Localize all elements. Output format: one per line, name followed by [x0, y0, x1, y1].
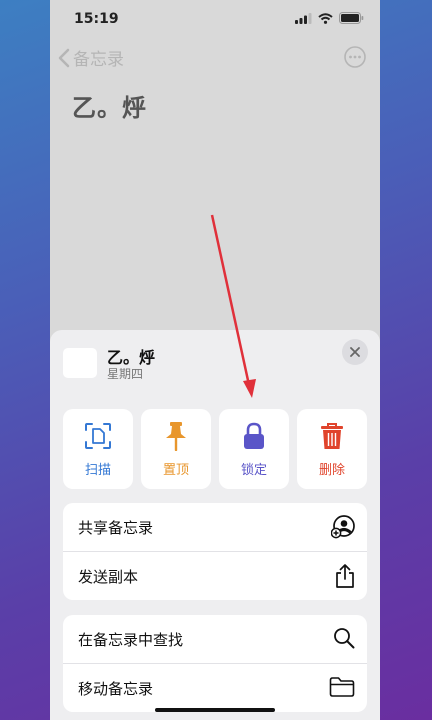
find-in-note-label: 在备忘录中查找	[78, 630, 184, 649]
lock-button[interactable]: 锁定	[219, 409, 289, 489]
note-thumbnail	[63, 348, 97, 378]
status-bar: 15:19	[50, 0, 380, 38]
note-action-sheet: 乙。烀 星期四 扫描 置顶 锁定 删除 共享备忘录 发送副本 在备忘录中查找 移…	[50, 330, 380, 720]
close-icon	[350, 347, 360, 357]
battery-icon	[339, 12, 364, 24]
sheet-note-date: 星期四	[107, 367, 144, 381]
send-copy-item[interactable]: 发送副本	[63, 551, 367, 600]
move-note-label: 移动备忘录	[78, 679, 154, 698]
search-icon	[334, 628, 355, 649]
trash-icon	[321, 423, 343, 449]
delete-label: 删除	[318, 463, 345, 478]
pin-label: 置顶	[162, 463, 189, 478]
pin-icon	[166, 422, 186, 451]
share-note-label: 共享备忘录	[78, 518, 154, 537]
quick-actions: 扫描 置顶 锁定 删除	[63, 409, 367, 489]
close-button[interactable]	[342, 339, 368, 365]
nav-bar: 备忘录	[50, 44, 380, 72]
find-in-note-item[interactable]: 在备忘录中查找	[63, 615, 367, 663]
status-icons	[295, 12, 364, 24]
chevron-left-icon	[58, 48, 70, 67]
scan-button[interactable]: 扫描	[63, 409, 133, 489]
ellipsis-circle-icon	[344, 46, 366, 68]
share-out-icon	[336, 564, 354, 588]
menu-group-manage: 在备忘录中查找 移动备忘录	[63, 615, 367, 712]
status-time: 15:19	[74, 11, 119, 27]
send-copy-label: 发送副本	[78, 567, 139, 586]
wifi-icon	[318, 12, 333, 24]
pin-button[interactable]: 置顶	[141, 409, 211, 489]
home-indicator	[155, 708, 275, 712]
scan-document-icon	[85, 423, 111, 449]
scan-label: 扫描	[84, 463, 111, 478]
more-button[interactable]	[344, 46, 366, 72]
delete-button[interactable]: 删除	[297, 409, 367, 489]
menu-group-share: 共享备忘录 发送副本	[63, 503, 367, 600]
move-note-item[interactable]: 移动备忘录	[63, 663, 367, 712]
note-title: 乙。烀	[72, 94, 147, 122]
folder-icon	[329, 677, 355, 697]
share-note-item[interactable]: 共享备忘录	[63, 503, 367, 551]
phone-screen: 15:19 备忘录 乙。烀 乙。烀 星期四 扫描 置顶 锁定 删除 共享备忘录 …	[50, 0, 380, 720]
back-button[interactable]: 备忘录	[58, 45, 124, 70]
lock-label: 锁定	[240, 463, 267, 478]
lock-icon	[244, 422, 264, 449]
share-person-icon	[331, 515, 355, 539]
back-label: 备忘录	[73, 50, 124, 70]
signal-icon	[295, 12, 312, 24]
